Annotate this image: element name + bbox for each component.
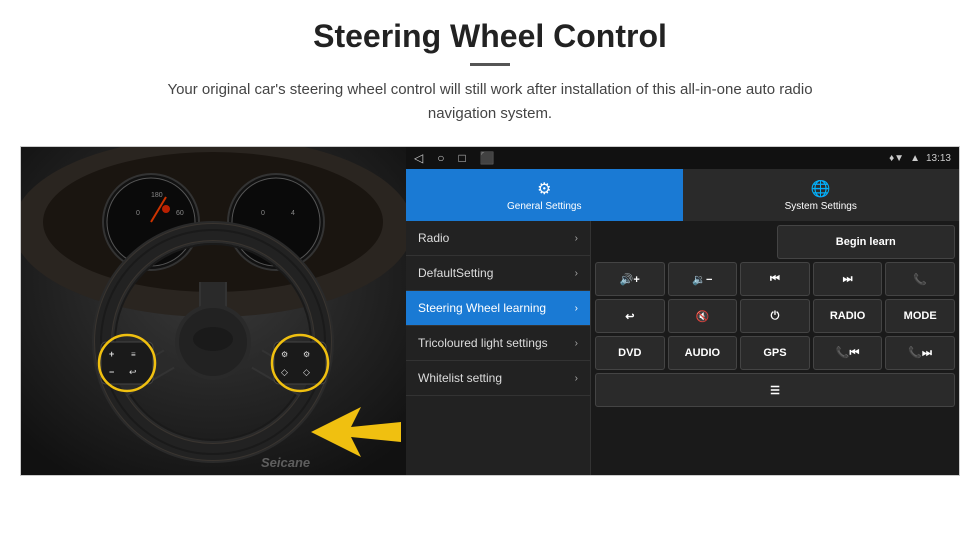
ctrl-row-3: ↩ 🔇 ⏻ RADIO MODE: [595, 299, 955, 333]
vol-down-icon: 🔉−: [692, 273, 712, 286]
menu-item-radio[interactable]: Radio ›: [406, 221, 590, 256]
menu-hamburger-icon: ☰: [770, 384, 780, 397]
svg-text:◇: ◇: [303, 367, 310, 377]
dvd-label: DVD: [618, 347, 641, 359]
ctrl-row-1: Begin learn: [595, 225, 955, 259]
svg-text:≡: ≡: [131, 350, 136, 359]
audio-button[interactable]: AUDIO: [668, 336, 738, 370]
settings-tabs: ⚙ General Settings 🌐 System Settings: [406, 169, 959, 221]
power-button[interactable]: ⏻: [740, 299, 810, 333]
vol-up-icon: 🔊+: [620, 273, 640, 286]
page-wrapper: Steering Wheel Control Your original car…: [0, 0, 980, 476]
menu-arrow-steering: ›: [575, 303, 578, 314]
android-panel: ◁ ○ □ ⬛ ♦▼ ▲ 13:13 ⚙ General Settings: [406, 147, 959, 475]
signal-icon: ♦▼: [889, 153, 904, 164]
tel-prev-button[interactable]: 📞⏮: [813, 336, 883, 370]
vol-down-button[interactable]: 🔉−: [668, 262, 738, 296]
screenshot-icon[interactable]: ⬛: [480, 151, 495, 165]
mute-button[interactable]: 🔇: [668, 299, 738, 333]
status-right: ♦▼ ▲ 13:13: [889, 153, 951, 164]
tel-next-button[interactable]: 📞⏭: [885, 336, 955, 370]
menu-item-steering[interactable]: Steering Wheel learning ›: [406, 291, 590, 326]
svg-text:60: 60: [176, 210, 184, 217]
power-icon: ⏻: [771, 310, 780, 323]
system-settings-label: System Settings: [785, 201, 857, 212]
phone-icon: 📞: [913, 273, 927, 286]
tel-next-icon: 📞⏭: [908, 346, 932, 360]
svg-text:180: 180: [151, 192, 163, 199]
steering-wheel-svg: 0 60 120 180 0 4 8: [21, 147, 406, 475]
menu-item-default[interactable]: DefaultSetting ›: [406, 256, 590, 291]
steering-wheel-photo: 0 60 120 180 0 4 8: [21, 147, 406, 475]
menu-steering-label: Steering Wheel learning: [418, 301, 546, 315]
menu-whitelist-label: Whitelist setting: [418, 371, 502, 385]
menu-list: Radio › DefaultSetting › Steering Wheel …: [406, 221, 591, 475]
radio-label: RADIO: [830, 310, 865, 322]
menu-arrow-whitelist: ›: [575, 373, 578, 384]
svg-text:Seicane: Seicane: [261, 455, 310, 470]
menu-arrow-default: ›: [575, 268, 578, 279]
back-icon[interactable]: ◁: [414, 151, 423, 165]
mode-label: MODE: [904, 310, 937, 322]
svg-text:+: +: [109, 349, 114, 359]
ctrl-row-2: 🔊+ 🔉− ⏮ ⏭ 📞: [595, 262, 955, 296]
gps-label: GPS: [763, 347, 786, 359]
menu-arrow-tricoloured: ›: [575, 338, 578, 349]
general-settings-tab[interactable]: ⚙ General Settings: [406, 169, 683, 221]
next-track-button[interactable]: ⏭: [813, 262, 883, 296]
svg-text:0: 0: [261, 210, 265, 217]
hang-up-icon: ↩: [625, 310, 634, 323]
nav-icons: ◁ ○ □ ⬛: [414, 151, 495, 165]
title-divider: [470, 63, 510, 66]
control-panel: Begin learn 🔊+ 🔉− ⏮: [591, 221, 959, 475]
svg-text:4: 4: [291, 210, 295, 217]
next-track-icon: ⏭: [843, 273, 853, 286]
prev-track-button[interactable]: ⏮: [740, 262, 810, 296]
menu-default-label: DefaultSetting: [418, 266, 493, 280]
status-bar: ◁ ○ □ ⬛ ♦▼ ▲ 13:13: [406, 147, 959, 169]
menu-item-whitelist[interactable]: Whitelist setting ›: [406, 361, 590, 396]
svg-text:−: −: [109, 367, 114, 377]
system-settings-icon: 🌐: [811, 179, 831, 199]
tel-prev-icon: 📞⏮: [836, 346, 860, 360]
prev-track-icon: ⏮: [770, 273, 780, 286]
panel-body: Radio › DefaultSetting › Steering Wheel …: [406, 221, 959, 475]
ctrl-empty-1: [595, 225, 774, 259]
mute-icon: 🔇: [696, 310, 710, 323]
dvd-button[interactable]: DVD: [595, 336, 665, 370]
phone-button[interactable]: 📞: [885, 262, 955, 296]
general-settings-label: General Settings: [507, 201, 582, 212]
svg-text:0: 0: [136, 210, 140, 217]
svg-text:⚙: ⚙: [281, 350, 288, 359]
audio-label: AUDIO: [685, 347, 720, 359]
gps-button[interactable]: GPS: [740, 336, 810, 370]
hang-up-button[interactable]: ↩: [595, 299, 665, 333]
ctrl-row-5: ☰: [595, 373, 955, 407]
ctrl-row-4: DVD AUDIO GPS 📞⏮ 📞⏭: [595, 336, 955, 370]
menu-tricoloured-label: Tricoloured light settings: [418, 336, 548, 350]
page-title: Steering Wheel Control: [60, 18, 920, 55]
vol-up-button[interactable]: 🔊+: [595, 262, 665, 296]
home-icon[interactable]: ○: [437, 151, 444, 165]
page-header: Steering Wheel Control Your original car…: [0, 0, 980, 136]
general-settings-icon: ⚙: [537, 179, 551, 199]
svg-text:◇: ◇: [281, 367, 288, 377]
mode-button[interactable]: MODE: [885, 299, 955, 333]
menu-item-tricoloured[interactable]: Tricoloured light settings ›: [406, 326, 590, 361]
svg-text:⚙: ⚙: [303, 350, 310, 359]
radio-button[interactable]: RADIO: [813, 299, 883, 333]
menu-arrow-radio: ›: [575, 233, 578, 244]
menu-radio-label: Radio: [418, 231, 449, 245]
wifi-icon: ▲: [910, 153, 920, 164]
page-subtitle: Your original car's steering wheel contr…: [140, 78, 840, 126]
menu-icon-button[interactable]: ☰: [595, 373, 955, 407]
system-settings-tab[interactable]: 🌐 System Settings: [683, 169, 960, 221]
svg-text:↩: ↩: [129, 367, 137, 377]
clock: 13:13: [926, 153, 951, 164]
recents-icon[interactable]: □: [458, 151, 465, 165]
content-area: 0 60 120 180 0 4 8: [20, 146, 960, 476]
begin-learn-button[interactable]: Begin learn: [777, 225, 956, 259]
